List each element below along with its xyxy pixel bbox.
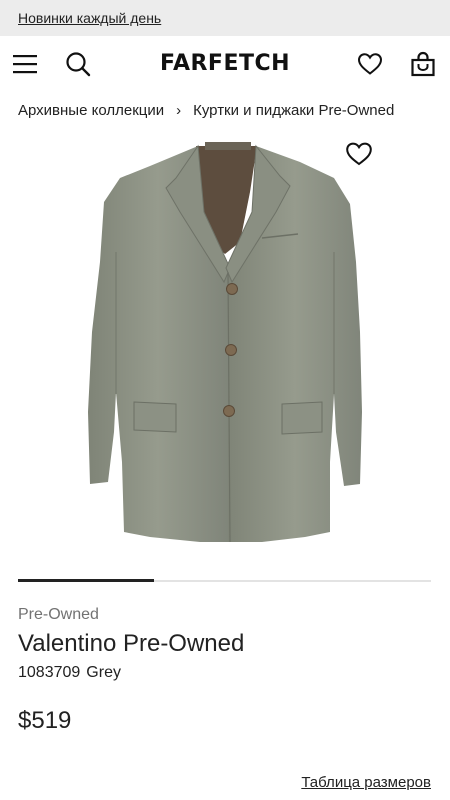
carousel-progress-fill xyxy=(18,579,155,582)
breadcrumb: Архивные коллекции › Куртки и пиджаки Pr… xyxy=(18,100,394,120)
bag-icon[interactable] xyxy=(409,50,437,78)
size-guide-link[interactable]: Таблица размеров xyxy=(301,774,431,791)
chevron-right-icon: › xyxy=(176,101,182,119)
product-price: $519 xyxy=(18,707,72,734)
heart-icon[interactable] xyxy=(356,50,384,78)
top-header: FARFETCH xyxy=(0,36,450,92)
wishlist-heart-icon[interactable] xyxy=(345,141,373,167)
promo-bar: Новинки каждый день xyxy=(0,0,450,36)
breadcrumb-item-archive[interactable]: Архивные коллекции xyxy=(18,102,164,119)
product-meta: 1083709 Grey xyxy=(18,664,121,682)
product-sku: 1083709 xyxy=(18,664,81,681)
image-carousel-progress[interactable] xyxy=(18,579,431,582)
product-image[interactable] xyxy=(0,132,450,562)
product-color: Grey xyxy=(86,664,121,681)
promo-link[interactable]: Новинки каждый день xyxy=(18,10,161,26)
breadcrumb-item-jackets[interactable]: Куртки и пиджаки Pre-Owned xyxy=(193,102,394,119)
product-condition: Pre-Owned xyxy=(18,606,99,623)
product-brand[interactable]: Valentino Pre-Owned xyxy=(18,630,244,658)
